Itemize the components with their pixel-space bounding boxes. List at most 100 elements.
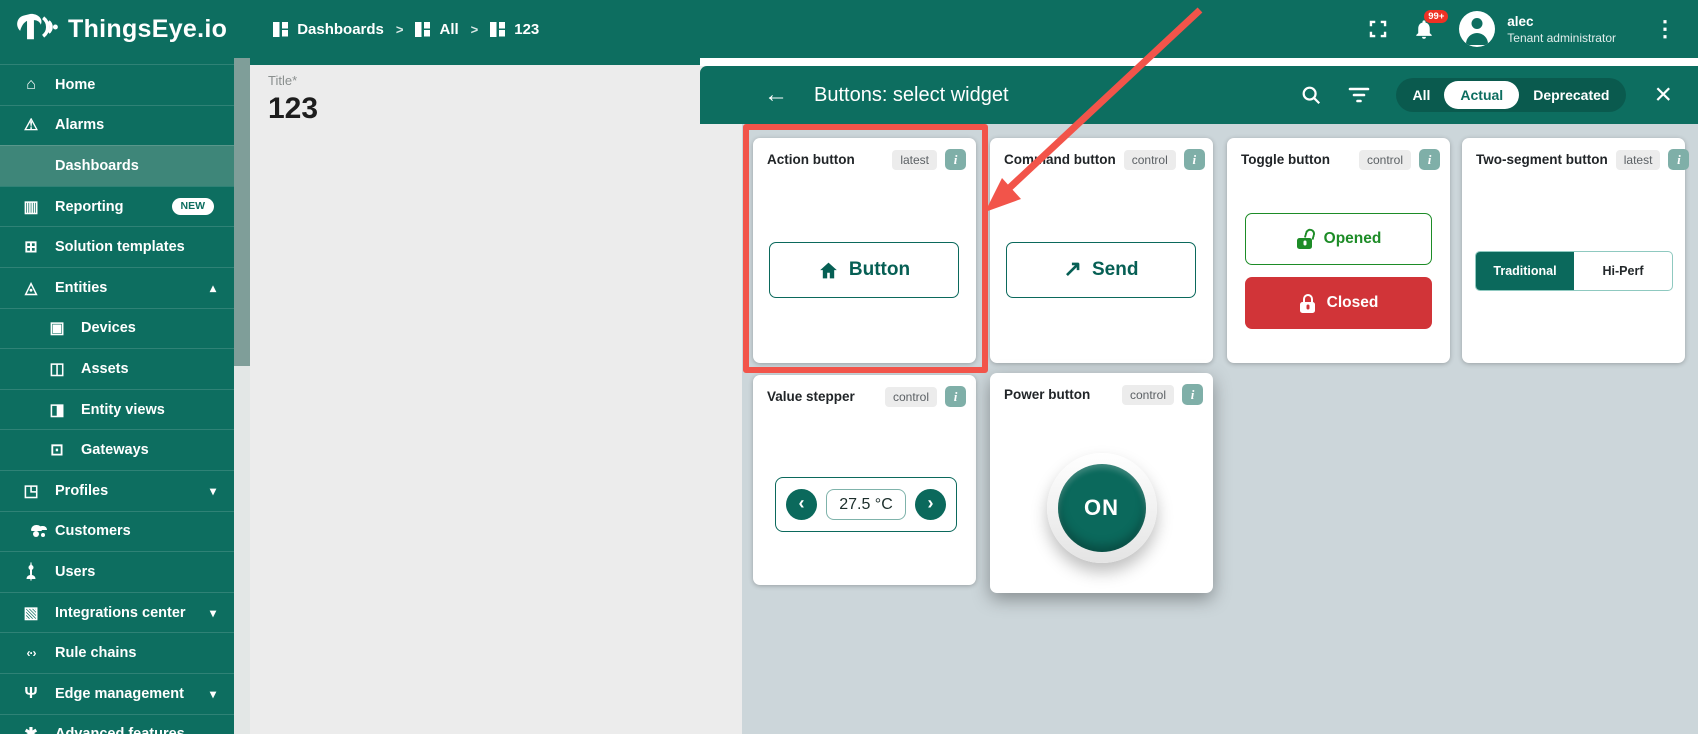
stepper-value: 27.5 °C bbox=[826, 489, 906, 520]
notifications-button[interactable]: 99+ bbox=[1413, 18, 1435, 41]
sidebar-scrollbar-thumb[interactable] bbox=[234, 58, 250, 366]
action-button-preview[interactable]: Button bbox=[769, 242, 959, 298]
toggle-opened-button-preview[interactable]: Opened bbox=[1245, 213, 1432, 265]
sidebar-item-advanced-features[interactable]: ✱ Advanced features bbox=[0, 714, 234, 734]
panel-header-actions: All Actual Deprecated × bbox=[1300, 78, 1672, 112]
power-button-ring: ON bbox=[1047, 453, 1157, 563]
sidebar-item-dashboards[interactable]: Dashboards bbox=[0, 145, 234, 186]
sidebar-item-alarms[interactable]: ⚠ Alarms bbox=[0, 105, 234, 146]
sidebar-item-rule-chains[interactable]: ‹·› Rule chains bbox=[0, 632, 234, 673]
user-name: alec bbox=[1507, 14, 1616, 29]
brand-logo[interactable]: ThingsEye.io bbox=[14, 8, 227, 51]
filter-icon[interactable] bbox=[1348, 86, 1370, 104]
tag-badge: control bbox=[885, 387, 937, 407]
filter-deprecated[interactable]: Deprecated bbox=[1519, 81, 1623, 109]
title-field-value[interactable]: 123 bbox=[268, 92, 682, 126]
send-button-preview[interactable]: ↗ Send bbox=[1006, 242, 1196, 298]
breadcrumb-item-all[interactable]: All bbox=[415, 21, 458, 38]
sidebar-item-label: Entity views bbox=[81, 402, 165, 418]
sidebar-item-label: Rule chains bbox=[55, 645, 136, 661]
chevron-down-icon[interactable]: ▾ bbox=[210, 687, 222, 701]
sidebar-item-entity-views[interactable]: ◨ Entity views bbox=[0, 389, 234, 430]
kebab-menu-icon[interactable]: ⋮ bbox=[1654, 16, 1676, 42]
user-avatar[interactable] bbox=[1459, 11, 1495, 47]
entity-views-icon: ◨ bbox=[47, 400, 67, 420]
widget-cards-area: Action button latest i Button Command bu… bbox=[742, 124, 1698, 734]
filter-all[interactable]: All bbox=[1399, 81, 1445, 109]
value-stepper-preview: ‹ 27.5 °C › bbox=[775, 477, 957, 532]
button-label: Opened bbox=[1324, 230, 1382, 248]
title-field-label: Title* bbox=[268, 73, 682, 88]
sidebar-item-assets[interactable]: ◫ Assets bbox=[0, 348, 234, 389]
sidebar-item-gateways[interactable]: ⊡ Gateways bbox=[0, 429, 234, 470]
sidebar-item-label: Integrations center bbox=[55, 605, 186, 621]
reporting-icon: ▥ bbox=[21, 197, 41, 217]
tag-badge: control bbox=[1359, 150, 1411, 170]
widget-card-command-button[interactable]: Command button control i ↗ Send bbox=[990, 138, 1213, 363]
sidebar-item-home[interactable]: ⌂ Home bbox=[0, 64, 234, 105]
arrow-up-right-icon: ↗ bbox=[1064, 256, 1082, 282]
app-window: ThingsEye.io Dashboards > All > 123 bbox=[0, 0, 1698, 734]
sidebar-item-customers[interactable]: Customers bbox=[0, 511, 234, 552]
toggle-closed-button-preview[interactable]: Closed bbox=[1245, 277, 1432, 329]
widget-card-power-button[interactable]: Power button control i ON bbox=[990, 373, 1213, 593]
panel-header: ← Buttons: select widget All Actual Depr… bbox=[700, 66, 1698, 124]
sidebar-item-edge-management[interactable]: Ψ Edge management ▾ bbox=[0, 673, 234, 714]
sidebar-item-label: Solution templates bbox=[55, 239, 185, 255]
card-title: Toggle button bbox=[1241, 152, 1330, 167]
sidebar-item-users[interactable]: Users bbox=[0, 551, 234, 592]
widget-card-action-button[interactable]: Action button latest i Button bbox=[753, 138, 976, 363]
widget-filter-toggle-group: All Actual Deprecated bbox=[1396, 78, 1627, 112]
card-header: Command button control i bbox=[990, 138, 1213, 170]
tag-badge: latest bbox=[892, 150, 937, 170]
widget-card-value-stepper[interactable]: Value stepper control i ‹ 27.5 °C › bbox=[753, 375, 976, 585]
info-icon[interactable]: i bbox=[1184, 149, 1205, 170]
increment-button[interactable]: › bbox=[915, 489, 946, 520]
breadcrumb-item-dashboards[interactable]: Dashboards bbox=[273, 21, 384, 38]
sidebar-item-integrations-center[interactable]: ▧ Integrations center ▾ bbox=[0, 592, 234, 633]
widget-card-toggle-button[interactable]: Toggle button control i Opened Closed bbox=[1227, 138, 1450, 363]
info-icon[interactable]: i bbox=[945, 386, 966, 407]
chevron-down-icon[interactable]: ▾ bbox=[210, 484, 222, 498]
sidebar-item-profiles[interactable]: ◳ Profiles ▾ bbox=[0, 470, 234, 511]
card-header: Two-segment button latest i bbox=[1462, 138, 1685, 170]
sidebar-item-label: Profiles bbox=[55, 483, 108, 499]
dashboard-details-form: Title* 123 bbox=[250, 58, 700, 734]
devices-icon: ▣ bbox=[47, 318, 67, 338]
breadcrumb-label: All bbox=[439, 21, 458, 38]
segment-traditional[interactable]: Traditional bbox=[1476, 252, 1574, 290]
info-icon[interactable]: i bbox=[1668, 149, 1689, 170]
sidebar-item-entities[interactable]: ◬ Entities ▴ bbox=[0, 267, 234, 308]
tag-badge: control bbox=[1124, 150, 1176, 170]
person-icon bbox=[21, 563, 41, 581]
breadcrumb-label: Dashboards bbox=[297, 21, 384, 38]
advanced-features-icon: ✱ bbox=[21, 724, 41, 734]
sidebar-item-solution-templates[interactable]: ⊞ Solution templates bbox=[0, 226, 234, 267]
alarm-icon: ⚠ bbox=[21, 115, 41, 135]
sidebar-item-devices[interactable]: ▣ Devices bbox=[0, 308, 234, 349]
dashboard-grid-icon bbox=[490, 22, 505, 37]
search-icon[interactable] bbox=[1300, 84, 1322, 106]
info-icon[interactable]: i bbox=[1182, 384, 1203, 405]
header-actions: 99+ alec Tenant administrator ⋮ bbox=[1367, 11, 1676, 47]
power-button-preview[interactable]: ON bbox=[1058, 464, 1146, 552]
decrement-button[interactable]: ‹ bbox=[786, 489, 817, 520]
sidebar-item-reporting[interactable]: ▥ Reporting NEW bbox=[0, 186, 234, 227]
info-icon[interactable]: i bbox=[945, 149, 966, 170]
button-label: Button bbox=[849, 259, 910, 281]
info-icon[interactable]: i bbox=[1419, 149, 1440, 170]
back-arrow-icon[interactable]: ← bbox=[764, 83, 788, 107]
segmented-control-preview: Traditional Hi-Perf bbox=[1475, 251, 1673, 291]
breadcrumb-item-123[interactable]: 123 bbox=[490, 21, 539, 38]
chevron-down-icon[interactable]: ▾ bbox=[210, 606, 222, 620]
new-badge: NEW bbox=[172, 198, 215, 215]
sidebar-item-label: Entities bbox=[55, 280, 107, 296]
fullscreen-button[interactable] bbox=[1367, 18, 1389, 40]
widget-card-two-segment-button[interactable]: Two-segment button latest i Traditional … bbox=[1462, 138, 1685, 363]
panel-title: Buttons: select widget bbox=[814, 84, 1009, 107]
chevron-up-icon[interactable]: ▴ bbox=[210, 281, 222, 295]
user-menu[interactable]: alec Tenant administrator bbox=[1507, 14, 1616, 45]
close-icon[interactable]: × bbox=[1654, 80, 1672, 110]
segment-hi-perf[interactable]: Hi-Perf bbox=[1574, 252, 1672, 290]
filter-actual[interactable]: Actual bbox=[1444, 81, 1519, 109]
